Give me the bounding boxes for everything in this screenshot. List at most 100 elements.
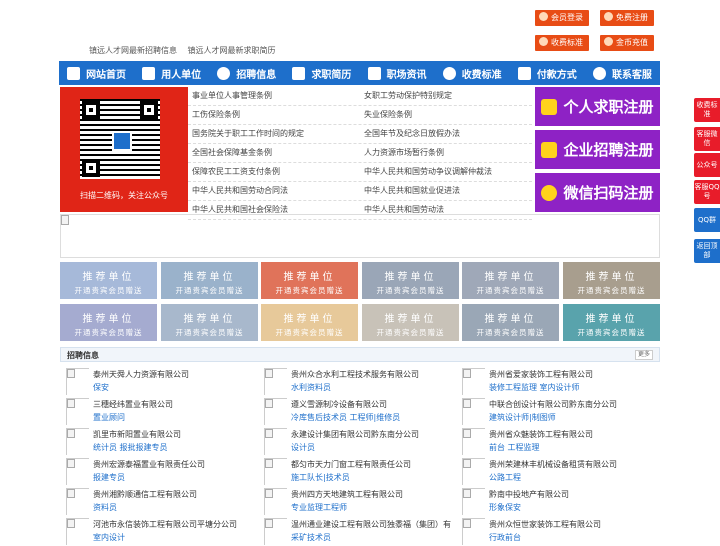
job-company[interactable]: 三穗经纬置业有限公司 — [93, 399, 173, 410]
nav-resumes[interactable]: 求职简历 — [284, 61, 359, 85]
job-position[interactable]: 保安 — [93, 382, 109, 393]
rule-link[interactable]: 事业单位人事管理条例 — [188, 87, 360, 105]
nav-jobs[interactable]: 招聘信息 — [209, 61, 284, 85]
job-position[interactable]: 专业监理工程师 — [291, 502, 347, 513]
rule-link[interactable]: 女职工劳动保护特别规定 — [360, 87, 532, 105]
float-wechat-service[interactable]: 客服微信 — [694, 127, 720, 151]
coin-recharge-button[interactable]: 金币充值 — [600, 35, 654, 51]
job-company[interactable]: 贵州众恒世家装饰工程有限公司 — [489, 519, 601, 530]
latest-resumes-link[interactable]: 镇远人才网最新求职简历 — [188, 46, 276, 55]
job-position[interactable]: 水利资料员 — [291, 382, 331, 393]
recommend-tile[interactable]: 推荐单位 开通贵宾会员赠送 — [563, 262, 660, 299]
rule-link[interactable]: 失业保险条例 — [360, 106, 532, 124]
float-pricing[interactable]: 收费标准 — [694, 98, 720, 122]
job-company[interactable]: 贵州四方天地建筑工程有限公司 — [291, 489, 403, 500]
float-official-account[interactable]: 公众号 — [694, 153, 720, 177]
recommend-tile[interactable]: 推荐单位 开通贵宾会员赠送 — [60, 262, 157, 299]
job-listing[interactable]: 贵州省爱家装饰工程有限公司 装修工程监理 室内设计师 — [456, 368, 652, 396]
float-back-to-top[interactable]: 返回顶部 — [694, 239, 720, 263]
job-listing[interactable]: 贵州四方天地建筑工程有限公司 专业监理工程师 — [258, 488, 454, 516]
job-company[interactable]: 温州通业建设工程有限公司独黍福（集团）有 — [291, 519, 451, 530]
job-listing[interactable]: 都匀市天力门窗工程有限责任公司 施工队长|技术员 — [258, 458, 454, 486]
recommend-tile[interactable]: 推荐单位 开通贵宾会员赠送 — [462, 304, 559, 341]
rule-link[interactable]: 全国年节及纪念日放假办法 — [360, 125, 532, 143]
nav-contact[interactable]: 联系客服 — [585, 61, 660, 85]
job-listing[interactable]: 贵州荣建林丰机械设备租赁有限公司 公路工程 — [456, 458, 652, 486]
job-listing[interactable]: 凯里市新阳置业有限公司 统计员 报批报建专员 — [60, 428, 256, 456]
job-company[interactable]: 河池市永信装饰工程有限公司平塘分公司 — [93, 519, 237, 530]
job-position[interactable]: 室内设计 — [93, 532, 125, 543]
job-company[interactable]: 遵义雪源制冷设备有限公司 — [291, 399, 387, 410]
nav-news[interactable]: 职场资讯 — [360, 61, 435, 85]
job-listing[interactable]: 贵州众恒世家装饰工程有限公司 行政前台 — [456, 518, 652, 546]
job-company[interactable]: 贵州荣建林丰机械设备租赁有限公司 — [489, 459, 617, 470]
job-company[interactable]: 贵州湘黔顺通信工程有限公司 — [93, 489, 197, 500]
job-position[interactable]: 设计员 — [291, 442, 315, 453]
job-company[interactable]: 黔南中投地产有限公司 — [489, 489, 569, 500]
recommend-tile[interactable]: 推荐单位 开通贵宾会员赠送 — [362, 262, 459, 299]
recommend-tile[interactable]: 推荐单位 开通贵宾会员赠送 — [261, 304, 358, 341]
job-company[interactable]: 永建设计集团有限公司黔东南分公司 — [291, 429, 419, 440]
float-qq-group[interactable]: QQ群 — [694, 208, 720, 232]
recommend-tile[interactable]: 推荐单位 开通贵宾会员赠送 — [161, 304, 258, 341]
rule-link[interactable]: 中华人民共和国劳动合同法 — [188, 182, 360, 200]
job-position[interactable]: 行政前台 — [489, 532, 521, 543]
job-listing[interactable]: 永建设计集团有限公司黔东南分公司 设计员 — [258, 428, 454, 456]
job-company[interactable]: 贵州宏源泰福置业有限责任公司 — [93, 459, 205, 470]
member-login-button[interactable]: 会员登录 — [535, 10, 589, 26]
job-position[interactable]: 报建专员 — [93, 472, 125, 483]
job-position[interactable]: 统计员 报批报建专员 — [93, 442, 168, 453]
job-listing[interactable]: 贵州省众魅装饰工程有限公司 前台 工程监理 — [456, 428, 652, 456]
recommend-tile[interactable]: 推荐单位 开通贵宾会员赠送 — [563, 304, 660, 341]
recommend-tile[interactable]: 推荐单位 开通贵宾会员赠送 — [462, 262, 559, 299]
job-listing[interactable]: 黔南中投地产有限公司 形象保安 — [456, 488, 652, 516]
job-listing[interactable]: 遵义雪源制冷设备有限公司冷库售后技术员 工程师|维修员 — [258, 398, 454, 426]
job-listing[interactable]: 贵州众合水利工程技术服务有限公司 水利资料员 — [258, 368, 454, 396]
job-position[interactable]: 施工队长|技术员 — [291, 472, 350, 483]
wechat-register-button[interactable]: 微信扫码注册 — [535, 173, 660, 212]
latest-jobs-link[interactable]: 镇远人才网最新招聘信息 — [89, 46, 177, 55]
job-listing[interactable]: 中联合创设计有限公司黔东南分公司 建筑设计师|制图师 — [456, 398, 652, 426]
job-position[interactable]: 冷库售后技术员 工程师|维修员 — [291, 412, 400, 423]
float-qq-service[interactable]: 客服QQ号 — [694, 180, 720, 204]
recommend-tile[interactable]: 推荐单位 开通贵宾会员赠送 — [60, 304, 157, 341]
job-company[interactable]: 贵州众合水利工程技术服务有限公司 — [291, 369, 419, 380]
job-company[interactable]: 凯里市新阳置业有限公司 — [93, 429, 181, 440]
employer-register-button[interactable]: 企业招聘注册 — [535, 130, 660, 169]
rule-link[interactable]: 工伤保险条例 — [188, 106, 360, 124]
job-position[interactable]: 建筑设计师|制图师 — [489, 412, 556, 423]
recommend-tile[interactable]: 推荐单位 开通贵宾会员赠送 — [362, 304, 459, 341]
free-register-button[interactable]: 免费注册 — [600, 10, 654, 26]
job-listing[interactable]: 贵州宏源泰福置业有限责任公司 报建专员 — [60, 458, 256, 486]
rule-link[interactable]: 全国社会保障基金条例 — [188, 144, 360, 162]
rule-link[interactable]: 国务院关于职工工作时间的规定 — [188, 125, 360, 143]
job-position[interactable]: 装修工程监理 室内设计师 — [489, 382, 580, 393]
job-position[interactable]: 置业顾问 — [93, 412, 125, 423]
nav-payment[interactable]: 付款方式 — [510, 61, 585, 85]
job-position[interactable]: 公路工程 — [489, 472, 521, 483]
recommend-tile[interactable]: 推荐单位 开通贵宾会员赠送 — [261, 262, 358, 299]
job-company[interactable]: 泰州天舜人力资源有限公司 — [93, 369, 189, 380]
rule-link[interactable]: 保障农民工工资支付条例 — [188, 163, 360, 181]
nav-employers[interactable]: 用人单位 — [134, 61, 209, 85]
job-position[interactable]: 资料员 — [93, 502, 117, 513]
rule-link[interactable]: 人力资源市场暂行条例 — [360, 144, 532, 162]
nav-pricing[interactable]: 收费标准 — [435, 61, 510, 85]
job-listing[interactable]: 三穗经纬置业有限公司 置业顾问 — [60, 398, 256, 426]
rule-link[interactable]: 中华人民共和国劳动争议调解仲裁法 — [360, 163, 532, 181]
job-listing[interactable]: 温州通业建设工程有限公司独黍福（集团）有 采矿技术员 — [258, 518, 454, 546]
job-position[interactable]: 采矿技术员 — [291, 532, 331, 543]
job-position[interactable]: 形象保安 — [489, 502, 521, 513]
job-company[interactable]: 贵州省爱家装饰工程有限公司 — [489, 369, 593, 380]
pricing-button[interactable]: 收费标准 — [535, 35, 589, 51]
jobs-more-link[interactable]: 更多 — [634, 350, 653, 360]
jobseeker-register-button[interactable]: 个人求职注册 — [535, 87, 660, 126]
job-position[interactable]: 前台 工程监理 — [489, 442, 540, 453]
nav-home[interactable]: 网站首页 — [59, 61, 134, 85]
ad-banner[interactable] — [60, 214, 660, 258]
job-listing[interactable]: 贵州湘黔顺通信工程有限公司 资料员 — [60, 488, 256, 516]
job-company[interactable]: 都匀市天力门窗工程有限责任公司 — [291, 459, 411, 470]
job-listing[interactable]: 河池市永信装饰工程有限公司平塘分公司 室内设计 — [60, 518, 256, 546]
job-company[interactable]: 贵州省众魅装饰工程有限公司 — [489, 429, 593, 440]
job-company[interactable]: 中联合创设计有限公司黔东南分公司 — [489, 399, 617, 410]
